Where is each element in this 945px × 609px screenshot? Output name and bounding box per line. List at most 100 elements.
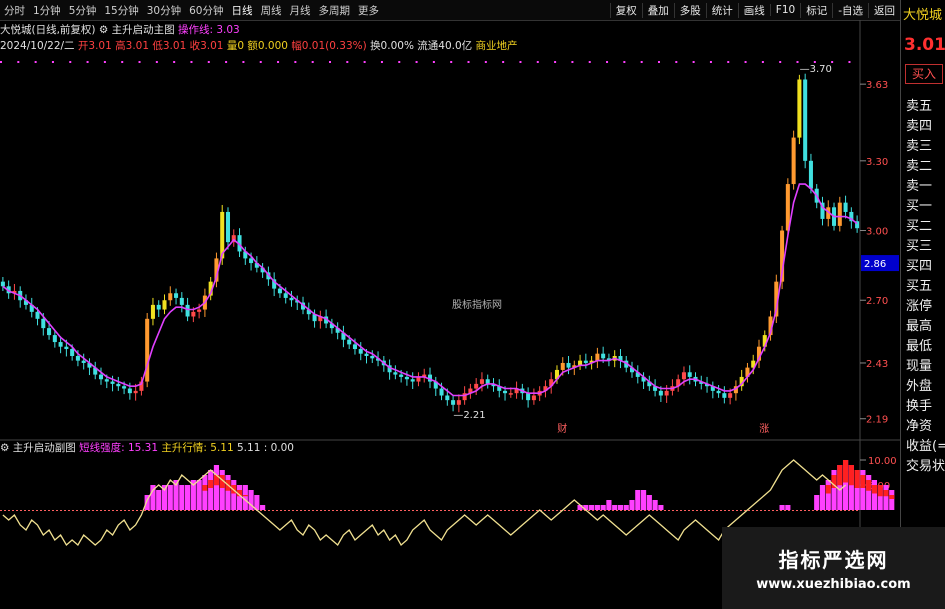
period-tab-1[interactable]: 1分钟 [29, 3, 65, 18]
sub-baseline-dot-31 [120, 510, 122, 511]
sub-baseline-dot-56 [220, 510, 222, 511]
top-dot-19 [311, 61, 314, 63]
candle-body-29 [162, 300, 167, 310]
sub-baseline-dot-165 [656, 510, 658, 511]
indicator-bar-38 [785, 505, 791, 510]
candle-body-92 [526, 393, 531, 401]
sub-baseline-dot-212 [844, 510, 846, 511]
indicator-name[interactable]: 主升启动主图 [112, 24, 175, 36]
gear-icon[interactable]: ⚙ [99, 24, 112, 36]
tool-button-8[interactable]: 返回 [868, 2, 900, 18]
indicator-bar-31 [629, 500, 635, 510]
sub-baseline-dot-134 [532, 510, 534, 511]
sub-baseline-dot-22 [84, 510, 86, 511]
sub-baseline-dot-173 [688, 510, 690, 511]
period-tab-8[interactable]: 月线 [286, 3, 315, 18]
period-tab-5[interactable]: 60分钟 [185, 3, 227, 18]
tool-button-5[interactable]: F10 [769, 4, 800, 16]
sub-baseline-dot-6 [20, 510, 22, 511]
tool-button-4[interactable]: 画线 [737, 2, 770, 18]
sub-baseline-dot-67 [264, 510, 266, 511]
candle-body-34 [191, 311, 196, 317]
top-dot-25 [415, 61, 418, 63]
sub-baseline-dot-186 [740, 510, 742, 511]
sub-baseline-dot-209 [832, 510, 834, 511]
sub-baseline-dot-45 [176, 510, 178, 511]
candle-body-104 [595, 353, 600, 361]
candle-body-31 [174, 293, 179, 298]
sub-baseline-dot-120 [476, 510, 478, 511]
sub-baseline-dot-58 [228, 510, 230, 511]
period-tab-7[interactable]: 周线 [257, 3, 286, 18]
sub-baseline-dot-194 [772, 510, 774, 511]
info-line-2: 2024/10/22/二 开3.01 高3.01 低3.01 收3.01 量0 … [0, 38, 518, 52]
tool-button-6[interactable]: 标记 [800, 2, 832, 18]
candle-body-140 [803, 79, 808, 161]
candle-body-88 [503, 390, 508, 394]
top-dot-39 [657, 61, 660, 63]
candle-body-14 [75, 356, 80, 361]
sub-baseline-dot-161 [640, 510, 642, 511]
top-dot-15 [242, 61, 245, 63]
tool-button-7[interactable]: -自选 [832, 2, 868, 18]
sub-baseline-dot-103 [408, 510, 410, 511]
amount-label: 额0.000 [247, 40, 288, 52]
sub-baseline-dot-154 [612, 510, 614, 511]
candle-body-98 [560, 362, 565, 370]
tool-button-1[interactable]: 叠加 [641, 2, 674, 18]
top-dot-45 [761, 61, 764, 63]
sector-label[interactable]: 商业地产 [476, 40, 518, 52]
candle-body-9 [47, 328, 52, 336]
gear-icon[interactable]: ⚙ [0, 442, 13, 454]
period-tab-2[interactable]: 5分钟 [65, 3, 101, 18]
candle-body-51 [289, 297, 294, 301]
sub-baseline-dot-78 [308, 510, 310, 511]
tool-button-0[interactable]: 复权 [609, 2, 642, 18]
candle-body-19 [104, 379, 109, 382]
price-tick-label-1: 3.63 [866, 80, 888, 91]
sub-baseline-dot-195 [776, 510, 778, 511]
top-dot-9 [138, 61, 141, 63]
sub-baseline-dot-83 [328, 510, 330, 511]
top-dot-7 [103, 61, 106, 63]
period-tab-6[interactable]: 日线 [228, 3, 257, 18]
sub-baseline-dot-156 [620, 510, 622, 511]
sub-baseline-dot-171 [680, 510, 682, 511]
sub-baseline-dot-169 [672, 510, 674, 511]
indicator-bar-26 [600, 505, 606, 510]
sub-baseline-dot-20 [76, 510, 78, 511]
tool-button-2[interactable]: 多股 [673, 2, 706, 18]
sub-baseline-dot-94 [372, 510, 374, 511]
sub-baseline-dot-151 [600, 510, 602, 511]
period-tab-4[interactable]: 30分钟 [143, 3, 185, 18]
top-dot-1 [0, 61, 2, 63]
period-tab-9[interactable]: 多周期 [315, 3, 355, 18]
top-dot-17 [277, 61, 280, 63]
strength-line-1 [2, 459, 847, 547]
tool-button-3[interactable]: 统计 [705, 2, 738, 18]
sub-baseline-dot-55 [216, 510, 218, 511]
chart-area[interactable]: 3.63 3.30 3.00 2.70 2.43 2.19 2.86 —3.70 —2.21 财 涨… [0, 20, 900, 609]
top-dot-49 [831, 61, 834, 63]
candle-body-78 [445, 395, 450, 401]
sub-baseline-dot-98 [388, 510, 390, 511]
sub-baseline-dot-192 [764, 510, 766, 511]
period-tab-0[interactable]: 分时 [0, 3, 29, 18]
info-line-1: 大悦城(日线,前复权) ⚙ 主升启动主图 操作线: 3.03 [0, 22, 240, 36]
sub-baseline-dot-106 [420, 510, 422, 511]
top-dot-41 [692, 61, 695, 63]
period-tab-3[interactable]: 15分钟 [100, 3, 142, 18]
sub-baseline-dot-95 [376, 510, 378, 511]
sub-baseline-dot-191 [760, 510, 762, 511]
sub-baseline-dot-41 [160, 510, 162, 511]
candle-body-102 [583, 360, 588, 363]
sub-baseline-dot-215 [856, 510, 858, 511]
indicator-bar-34 [646, 495, 652, 510]
sub-indicator-name[interactable]: 主升启动副图 [13, 442, 76, 454]
sub-baseline-dot-52 [204, 510, 206, 511]
top-dot-42 [709, 61, 712, 63]
sub-baseline-dot-199 [792, 510, 794, 511]
period-tab-10[interactable]: 更多 [354, 3, 383, 18]
sub-baseline-dot-61 [240, 510, 242, 511]
buy-button[interactable]: 买入 [905, 64, 943, 84]
